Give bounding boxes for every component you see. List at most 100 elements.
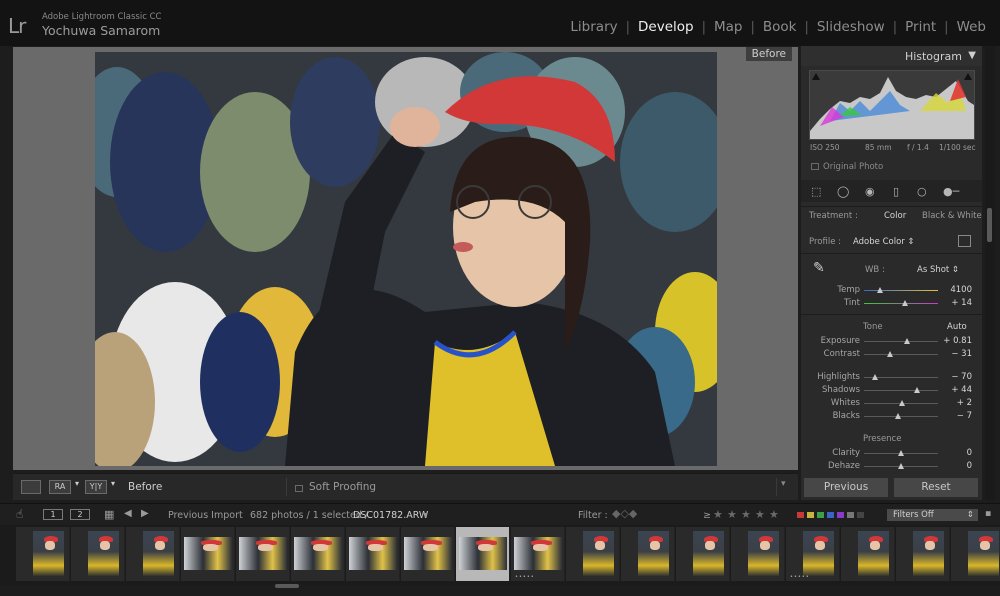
slider-thumb-whites[interactable]	[898, 400, 905, 406]
profile-browser-icon[interactable]	[958, 235, 971, 247]
crop-tool-icon[interactable]: ⬚	[811, 185, 821, 198]
filmstrip-thumbnail[interactable]	[291, 527, 345, 581]
histogram-header[interactable]: Histogram ▼	[801, 46, 982, 66]
auto-tone-button[interactable]: Auto	[947, 322, 967, 332]
filmstrip-thumbnail[interactable]: •••••	[786, 527, 840, 581]
filter-presets-dropdown[interactable]: Filters Off ⇕	[887, 509, 978, 521]
slider-value-clarity[interactable]: 0	[967, 448, 972, 458]
develop-view[interactable]: Before	[13, 47, 798, 470]
filmstrip-thumbnail[interactable]	[401, 527, 455, 581]
filmstrip-thumbnail[interactable]	[71, 527, 125, 581]
slider-value-exposure[interactable]: + 0.81	[943, 336, 972, 346]
module-slideshow[interactable]: Slideshow	[809, 19, 893, 35]
slider-value-tint[interactable]: + 14	[951, 298, 972, 308]
slider-thumb-dehaze[interactable]	[898, 463, 904, 469]
filter-lock-icon[interactable]: ▪	[985, 508, 991, 519]
slider-thumb-tint[interactable]	[901, 300, 908, 306]
slider-track-contrast[interactable]	[864, 354, 938, 355]
label-purple-filter[interactable]	[837, 512, 844, 518]
filmstrip-thumbnail[interactable]	[16, 527, 70, 581]
slider-thumb-shadows[interactable]	[914, 387, 921, 393]
label-none-filter[interactable]	[857, 512, 864, 518]
wb-eyedropper-icon[interactable]: ✎	[813, 260, 825, 276]
filmstrip-thumbnail[interactable]	[181, 527, 235, 581]
source-label[interactable]: Previous Import	[168, 510, 243, 521]
filmstrip-thumbnail[interactable]	[621, 527, 675, 581]
treatment-color-option[interactable]: Color	[884, 211, 906, 221]
slider-thumb-blacks[interactable]	[895, 413, 902, 419]
shadow-clipping-icon[interactable]	[812, 73, 820, 80]
slider-thumb-contrast[interactable]	[886, 351, 893, 357]
module-print[interactable]: Print	[897, 19, 944, 35]
dropdown-arrow-icon[interactable]: ▾	[75, 479, 79, 488]
yy-view-button[interactable]: Y|Y	[85, 480, 107, 494]
highlight-clipping-icon[interactable]	[964, 73, 972, 80]
radial-filter-icon[interactable]: ○	[917, 185, 927, 198]
filmstrip-thumbnail[interactable]	[951, 527, 1000, 581]
module-web[interactable]: Web	[949, 19, 994, 35]
slider-value-highlights[interactable]: − 70	[951, 372, 972, 382]
scroll-thumb[interactable]	[987, 208, 992, 242]
module-book[interactable]: Book	[755, 19, 805, 35]
label-gray-filter[interactable]	[847, 512, 854, 518]
label-blue-filter[interactable]	[827, 512, 834, 518]
slider-value-contrast[interactable]: − 31	[951, 349, 972, 359]
previous-button[interactable]: Previous	[803, 477, 889, 498]
star-filter-4-icon[interactable]: ★	[755, 508, 765, 521]
module-develop[interactable]: Develop	[630, 19, 702, 35]
profile-selector[interactable]: Adobe Color ⇕	[853, 237, 915, 247]
main-window-button[interactable]: 1	[43, 509, 63, 520]
slider-thumb-clarity[interactable]	[898, 450, 904, 456]
filmstrip-thumbnail[interactable]: •••••	[511, 527, 565, 581]
back-arrow-icon[interactable]: ◀	[124, 508, 132, 519]
label-red-filter[interactable]	[797, 512, 804, 518]
slider-value-temp[interactable]: 4100	[950, 285, 972, 295]
slider-track-shadows[interactable]	[864, 390, 938, 391]
spot-removal-icon[interactable]: ◯	[837, 185, 849, 198]
star-filter-1-icon[interactable]: ★	[713, 508, 723, 521]
module-map[interactable]: Map	[706, 19, 751, 35]
flag-filter-icons[interactable]: ◆◇◆	[612, 507, 637, 520]
treatment-bw-option[interactable]: Black & White	[922, 211, 982, 221]
secondary-window-button[interactable]: 2	[70, 509, 90, 520]
selected-filename[interactable]: DSC01782.ARW	[353, 510, 428, 521]
slider-thumb-highlights[interactable]	[872, 374, 879, 380]
filmstrip-thumbnail[interactable]	[731, 527, 785, 581]
filmstrip-thumbnail[interactable]	[236, 527, 290, 581]
slider-track-exposure[interactable]	[864, 341, 938, 342]
slider-value-dehaze[interactable]: 0	[967, 461, 972, 471]
rating-operator[interactable]: ≥	[703, 510, 711, 521]
star-filter-2-icon[interactable]: ★	[727, 508, 737, 521]
graduated-filter-icon[interactable]: ▯	[893, 185, 899, 198]
red-eye-icon[interactable]: ◉	[865, 185, 875, 198]
slider-value-blacks[interactable]: − 7	[957, 411, 972, 421]
forward-arrow-icon[interactable]: ▶	[141, 508, 149, 519]
right-panel-scrollbar[interactable]	[985, 46, 995, 500]
filmstrip-thumbnail[interactable]	[456, 527, 510, 581]
collapse-arrow-icon[interactable]: ▼	[968, 50, 976, 61]
main-photo[interactable]	[95, 52, 717, 466]
filmstrip-thumbnail[interactable]	[126, 527, 180, 581]
loupe-view-button[interactable]	[21, 480, 41, 494]
star-filter-5-icon[interactable]: ★	[769, 508, 779, 521]
label-yellow-filter[interactable]	[807, 512, 814, 518]
filmstrip-thumbnail[interactable]	[566, 527, 620, 581]
label-green-filter[interactable]	[817, 512, 824, 518]
original-photo-toggle[interactable]: Original Photo	[811, 162, 883, 172]
filmstrip-thumbnail[interactable]	[841, 527, 895, 581]
slider-thumb-exposure[interactable]	[903, 338, 910, 344]
wb-selector[interactable]: As Shot ⇕	[917, 265, 959, 275]
slider-value-whites[interactable]: + 2	[957, 398, 972, 408]
before-after-button[interactable]: RA	[49, 480, 71, 494]
adjustment-brush-icon[interactable]: ●─	[943, 185, 959, 198]
slider-value-shadows[interactable]: + 44	[951, 385, 972, 395]
filename-dropdown-icon[interactable]: ▾	[423, 510, 428, 521]
reset-button[interactable]: Reset	[893, 477, 979, 498]
module-library[interactable]: Library	[562, 19, 625, 35]
slider-thumb-temp[interactable]	[877, 287, 884, 293]
star-filter-3-icon[interactable]: ★	[741, 508, 751, 521]
filmstrip-thumbnail[interactable]	[896, 527, 950, 581]
grid-view-icon[interactable]: ▦	[104, 508, 114, 521]
slider-track-temp[interactable]	[864, 290, 938, 291]
histogram-graph[interactable]	[809, 70, 975, 140]
